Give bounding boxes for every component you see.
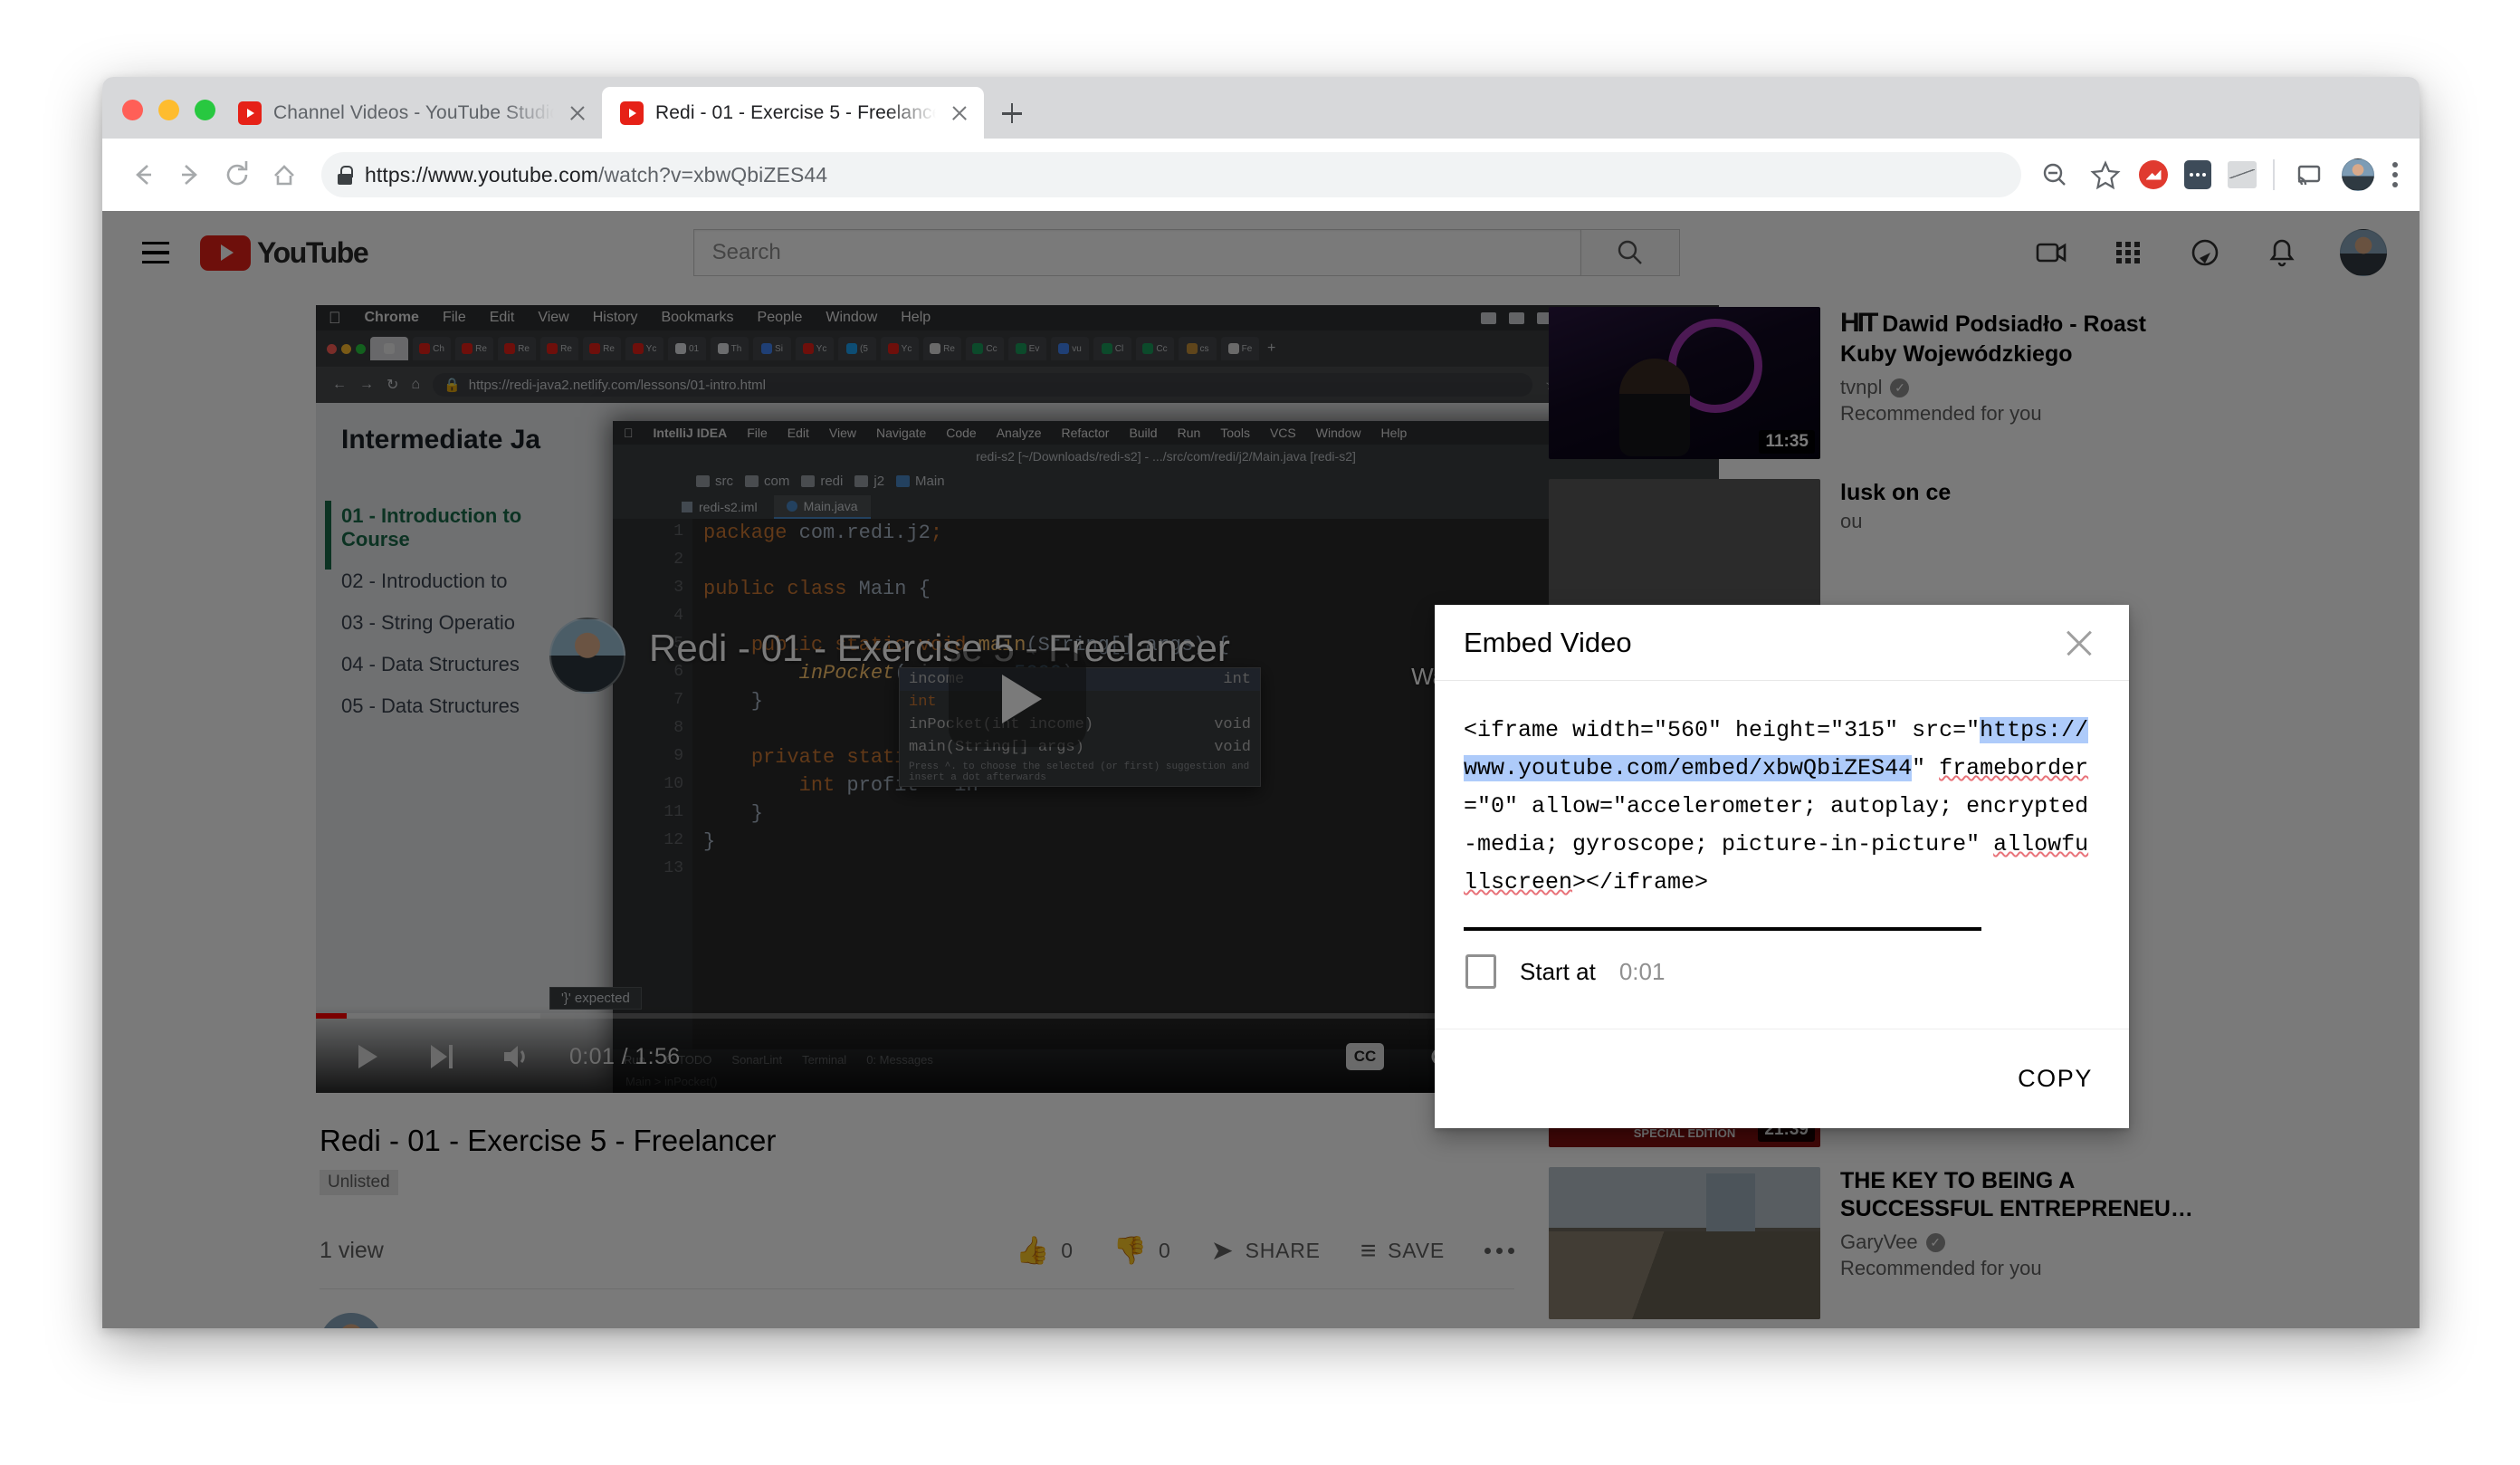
- embed-code-before: <iframe width="560" height="315" src=": [1464, 717, 1981, 743]
- new-tab-button[interactable]: [995, 96, 1029, 130]
- zoom-out-icon[interactable]: [2038, 158, 2072, 192]
- reload-icon[interactable]: [216, 154, 258, 196]
- embed-code-tail: ></iframe>: [1572, 869, 1709, 895]
- embed-code-frameborder: frameborder: [1939, 755, 2089, 781]
- browser-toolbar: https://www.youtube.com/watch?v=xbwQbiZE…: [102, 139, 2420, 211]
- embed-code-text[interactable]: <iframe width="560" height="315" src="ht…: [1464, 712, 2100, 902]
- toolbar-icons: [2038, 158, 2400, 192]
- dots-extension-icon[interactable]: [2184, 160, 2211, 189]
- embed-code-quote: ": [1912, 755, 1940, 781]
- browser-tab-0[interactable]: Channel Videos - YouTube Studio: [220, 87, 602, 139]
- embed-video-dialog: Embed Video <iframe width="560" height="…: [1435, 605, 2129, 1128]
- close-icon[interactable]: [2058, 622, 2100, 664]
- youtube-page: YouTube Search: [102, 211, 2420, 1328]
- modal-scrim-top[interactable]: [102, 211, 2420, 294]
- analytics-extension-icon[interactable]: [2228, 161, 2257, 188]
- adblock-extension-icon[interactable]: [2139, 160, 2168, 189]
- minimize-window-button[interactable]: [158, 100, 179, 120]
- screenshot-root: Channel Videos - YouTube Studio Redi - 0…: [0, 0, 2520, 1465]
- address-bar-url: https://www.youtube.com/watch?v=xbwQbiZE…: [365, 162, 828, 187]
- browser-window: Channel Videos - YouTube Studio Redi - 0…: [102, 77, 2420, 1328]
- bookmark-star-icon[interactable]: [2088, 158, 2123, 192]
- lock-icon: [338, 165, 353, 185]
- close-tab-icon[interactable]: [566, 101, 589, 125]
- back-icon[interactable]: [122, 154, 164, 196]
- start-at-row: Start at 0:01: [1435, 931, 2129, 1029]
- cast-icon[interactable]: [2291, 158, 2325, 192]
- browser-tab-1[interactable]: Redi - 01 - Exercise 5 - Freelancer: [602, 87, 984, 139]
- profile-avatar[interactable]: [2342, 158, 2374, 191]
- start-at-checkbox[interactable]: [1465, 954, 1496, 989]
- toolbar-divider: [2273, 159, 2275, 190]
- chrome-menu-icon[interactable]: [2391, 158, 2400, 192]
- maximize-window-button[interactable]: [195, 100, 215, 120]
- close-tab-icon[interactable]: [948, 101, 971, 125]
- start-at-label: Start at: [1520, 957, 1596, 985]
- forward-icon[interactable]: [169, 154, 211, 196]
- window-traffic-lights: [122, 100, 215, 120]
- close-window-button[interactable]: [122, 100, 143, 120]
- dialog-header: Embed Video: [1435, 605, 2129, 681]
- youtube-favicon: [238, 101, 262, 125]
- dialog-body: <iframe width="560" height="315" src="ht…: [1435, 681, 2129, 902]
- browser-tab-strip: Channel Videos - YouTube Studio Redi - 0…: [102, 77, 2420, 139]
- dialog-footer: COPY: [1435, 1029, 2129, 1128]
- address-bar[interactable]: https://www.youtube.com/watch?v=xbwQbiZE…: [321, 152, 2021, 197]
- dialog-title: Embed Video: [1464, 626, 1632, 658]
- browser-tab-title: Channel Videos - YouTube Studio: [273, 101, 554, 123]
- youtube-favicon: [620, 101, 644, 125]
- start-at-value[interactable]: 0:01: [1619, 958, 1666, 986]
- copy-button[interactable]: COPY: [2018, 1065, 2093, 1093]
- home-icon[interactable]: [263, 154, 305, 196]
- browser-tab-title: Redi - 01 - Exercise 5 - Freelancer: [655, 101, 936, 123]
